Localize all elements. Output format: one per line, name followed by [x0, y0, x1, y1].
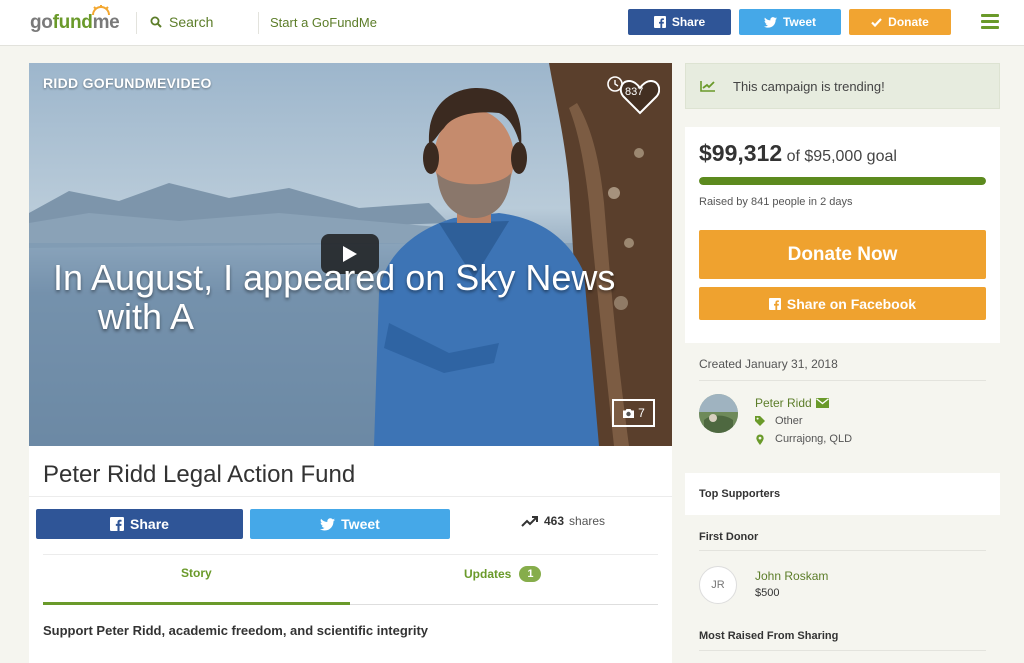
- top-supporters-title: Top Supporters: [699, 488, 781, 500]
- logo-sun-icon: [92, 5, 110, 15]
- trending-icon: [521, 515, 538, 527]
- raised-amount: $99,312: [699, 140, 783, 166]
- share-on-facebook-button[interactable]: Share on Facebook: [699, 287, 986, 320]
- heart-count: 837: [625, 86, 644, 98]
- search-icon: [150, 16, 162, 28]
- envelope-icon[interactable]: [815, 398, 829, 408]
- trending-banner: This campaign is trending!: [685, 63, 1000, 109]
- camera-icon: [623, 408, 635, 418]
- tweet-label: Tweet: [341, 516, 380, 532]
- search-link[interactable]: Search: [150, 14, 213, 30]
- share-on-facebook-label: Share on Facebook: [786, 295, 917, 312]
- share-label: Share: [671, 15, 706, 29]
- most-raised-label: Most Raised From Sharing: [699, 630, 839, 642]
- donor-name: John Roskam: [755, 569, 829, 583]
- facebook-icon: [768, 297, 781, 310]
- facebook-icon: [653, 16, 666, 28]
- story-heading: Support Peter Ridd, academic freedom, an…: [43, 623, 429, 638]
- twitter-icon: [763, 16, 777, 28]
- first-donor-label: First Donor: [699, 531, 759, 543]
- created-date: Created January 31, 2018: [699, 357, 838, 371]
- organizer-name-link[interactable]: Peter Ridd: [755, 396, 829, 410]
- tab-updates-label: Updates: [464, 567, 512, 581]
- organizer-location-text: Currajong, QLD: [775, 433, 853, 445]
- share-button[interactable]: Share: [36, 509, 243, 539]
- tweet-label: Tweet: [782, 15, 817, 29]
- divider: [699, 380, 986, 381]
- progress-bar: [699, 177, 986, 185]
- donor-avatar: JR: [699, 566, 737, 604]
- shares-label: shares: [569, 514, 606, 528]
- raised-by-text: Raised by 841 people in 2 days: [699, 196, 853, 208]
- caption-line-2: with A: [98, 296, 195, 337]
- gofundme-logo[interactable]: gofundme: [30, 5, 120, 34]
- updates-count-badge: 1: [519, 566, 542, 582]
- campaign-video[interactable]: RIDD GOFUNDMEVIDEO 837 In August, I appe…: [29, 63, 672, 446]
- divider: [699, 650, 986, 651]
- tab-story[interactable]: Story: [181, 566, 212, 580]
- header-tweet-button[interactable]: Tweet: [739, 9, 841, 35]
- facebook-icon: [110, 517, 125, 531]
- caption-line-1: In August, I appeared on Sky News: [53, 257, 616, 298]
- location-pin-icon: [756, 433, 764, 445]
- goal-text: of $95,000 goal: [786, 148, 897, 165]
- active-tab-indicator: [43, 602, 350, 605]
- header-donate-button[interactable]: Donate: [849, 9, 951, 35]
- share-label: Share: [130, 516, 169, 532]
- shares-number: 463: [544, 514, 565, 528]
- donor-amount: $500: [755, 587, 780, 599]
- video-caption: In August, I appeared on Sky News with A: [53, 258, 653, 336]
- trending-chart-icon: [700, 81, 715, 92]
- top-supporters-card: Top Supporters: [685, 473, 1000, 515]
- funding-card: $99,312 of $95,000 goal Raised by 841 pe…: [685, 127, 1000, 343]
- divider: [43, 554, 658, 555]
- organizer-category-text: Other: [775, 415, 803, 427]
- organizer-location: Currajong, QLD: [755, 433, 852, 445]
- organizer-name: Peter Ridd: [755, 396, 812, 410]
- header-divider: [136, 12, 137, 34]
- top-header: gofundme Search Start a GoFundMe Share T…: [0, 0, 1024, 46]
- organizer-category: Other: [755, 415, 803, 427]
- raised-summary: $99,312 of $95,000 goal: [699, 140, 897, 167]
- checkmark-icon: [871, 17, 882, 27]
- campaign-title: Peter Ridd Legal Action Fund: [43, 461, 356, 488]
- divider: [29, 496, 672, 497]
- donate-label: Donate: [888, 15, 929, 29]
- photo-count: 7: [638, 406, 645, 420]
- avatar-image: [699, 394, 738, 433]
- search-label: Search: [169, 14, 214, 30]
- organizer-avatar[interactable]: [699, 394, 738, 433]
- video-title: RIDD GOFUNDMEVIDEO: [43, 75, 212, 91]
- photo-gallery-button[interactable]: 7: [612, 399, 655, 427]
- trending-text: This campaign is trending!: [733, 78, 885, 94]
- header-divider: [258, 12, 259, 34]
- tag-icon: [755, 416, 765, 426]
- tweet-button[interactable]: Tweet: [250, 509, 450, 539]
- organizer-card: Created January 31, 2018 Peter Ridd Othe…: [685, 343, 1000, 460]
- campaign-main: RIDD GOFUNDMEVIDEO 837 In August, I appe…: [29, 63, 672, 663]
- tab-updates[interactable]: Updates 1: [464, 566, 542, 582]
- shares-count: 463 shares: [521, 514, 605, 528]
- progress-fill: [699, 177, 986, 185]
- donate-now-button[interactable]: Donate Now: [699, 230, 986, 279]
- twitter-icon: [320, 517, 336, 530]
- divider: [699, 550, 986, 551]
- start-gofundme-link[interactable]: Start a GoFundMe: [270, 15, 377, 30]
- hamburger-menu-icon[interactable]: [981, 14, 999, 30]
- header-share-button[interactable]: Share: [628, 9, 731, 35]
